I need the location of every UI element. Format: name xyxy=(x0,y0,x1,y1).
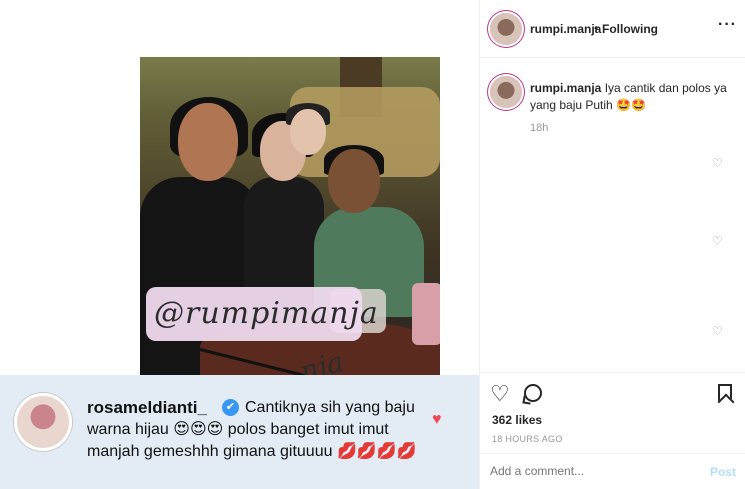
person-1-face xyxy=(178,103,238,181)
embedded-comment-card: Cantiknya sih yang baju warna hijau 😍😍😍 … xyxy=(0,375,479,489)
add-comment-bar: Post xyxy=(480,453,745,489)
likes-count[interactable]: 362 likes xyxy=(492,413,542,427)
more-options-icon[interactable]: ··· xyxy=(718,16,737,34)
following-button[interactable]: Following xyxy=(602,22,658,36)
person-4-face xyxy=(328,149,380,213)
verified-badge-icon: ✔ xyxy=(222,399,239,416)
post-username[interactable]: rumpi.manja xyxy=(530,22,601,36)
comment-like-heart-icon[interactable]: ♡ xyxy=(712,234,723,248)
caption-timestamp[interactable]: 18h xyxy=(530,122,548,134)
photo-jar xyxy=(412,283,440,345)
like-heart-icon[interactable]: ♡ xyxy=(490,381,510,407)
person-3-face xyxy=(290,109,326,155)
comment-like-heart-icon[interactable]: ♡ xyxy=(712,324,723,338)
caption-body: rumpi.manja Iya cantik dan polos ya yang… xyxy=(530,80,730,114)
post-timestamp: 18 HOURS AGO xyxy=(492,434,563,444)
comment-bubble-icon[interactable] xyxy=(524,384,542,402)
comment-like-heart-icon[interactable]: ♡ xyxy=(712,156,723,170)
heart-icon: ♥ xyxy=(432,411,442,428)
separator-dot: • xyxy=(594,21,599,35)
avatar xyxy=(14,393,72,451)
caption-username[interactable]: rumpi.manja xyxy=(530,81,601,95)
avatar[interactable] xyxy=(490,76,522,108)
avatar[interactable] xyxy=(490,13,522,45)
post-comment-button[interactable]: Post xyxy=(710,465,736,479)
post-sidebar: rumpi.manja • Following ··· rumpi.manja … xyxy=(480,0,745,489)
bookmark-icon[interactable] xyxy=(718,384,732,402)
add-comment-input[interactable] xyxy=(490,464,690,478)
watermark-text: @rumpimanja xyxy=(154,296,379,331)
post-media-panel: @rumpimanja nja Cantiknya sih yang baju … xyxy=(0,0,480,489)
post-actions: ♡ 362 likes 18 HOURS AGO Post xyxy=(480,372,745,489)
post-header: rumpi.manja • Following ··· xyxy=(480,0,745,58)
embedded-comment-username: rosameldianti_ xyxy=(87,398,207,417)
